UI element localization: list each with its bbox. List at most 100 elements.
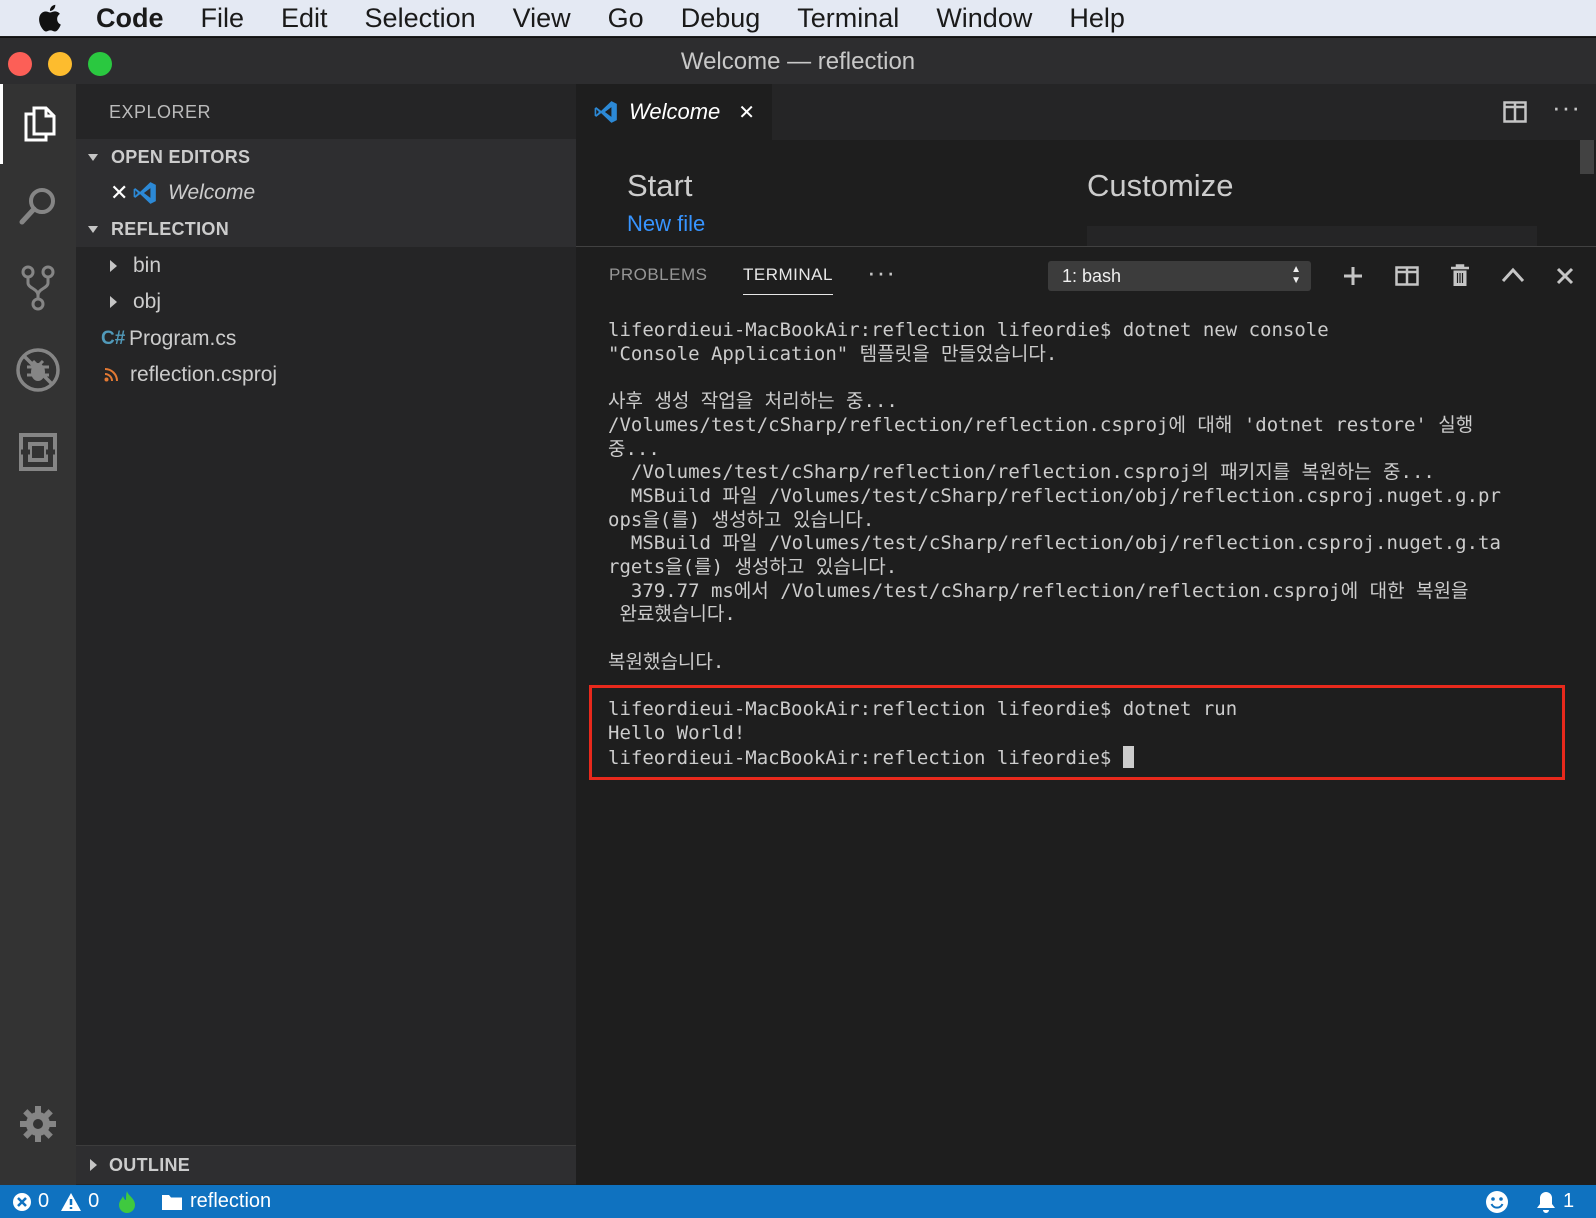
chevron-right-icon (110, 296, 117, 308)
menu-window[interactable]: Window (936, 0, 1032, 36)
open-editor-label: Welcome (168, 181, 256, 204)
vscode-logo-icon (133, 182, 156, 204)
terminal-line: "Console Application" 템플릿을 만들었습니다. (608, 342, 1058, 365)
menu-edit[interactable]: Edit (281, 0, 328, 36)
files-icon (24, 106, 55, 142)
terminal-select[interactable]: 1: bash ▲ ▼ (1048, 261, 1311, 291)
tree-item-program-cs[interactable]: C# Program.cs (76, 321, 576, 357)
new-file-link[interactable]: New file (627, 211, 705, 237)
explorer-sidebar: EXPLORER OPEN EDITORS ✕ Welcome REFLECTI… (76, 84, 576, 1185)
terminal-panel: PROBLEMS TERMINAL ··· 1: bash ▲ ▼ lifeord… (576, 246, 1596, 1186)
rss-file-icon (104, 368, 118, 382)
tree-item-bin[interactable]: bin (76, 248, 576, 284)
feedback-button[interactable] (1485, 1185, 1509, 1218)
split-editor-icon[interactable] (1503, 101, 1527, 123)
search-activity-button[interactable] (0, 166, 76, 246)
smiley-icon (1486, 1190, 1508, 1213)
tree-item-label: reflection.csproj (130, 363, 278, 386)
menu-go[interactable]: Go (608, 0, 644, 36)
menu-app-code[interactable]: Code (96, 0, 164, 36)
tree-item-reflection-csproj[interactable]: reflection.csproj (76, 357, 576, 393)
reflection-folder-section-header[interactable]: REFLECTION (76, 211, 576, 247)
panel-more-icon[interactable]: ··· (867, 257, 896, 288)
trash-icon[interactable] (1450, 264, 1470, 288)
maximize-panel-icon[interactable] (1501, 267, 1525, 283)
extensions-icon (19, 433, 57, 471)
terminal-line: ops을(를) 생성하고 있습니다. (608, 508, 875, 531)
warning-icon (61, 1192, 82, 1211)
tab-terminal[interactable]: TERMINAL (743, 265, 833, 295)
close-tab-icon[interactable]: ✕ (738, 100, 755, 125)
apple-logo-icon[interactable] (32, 3, 66, 33)
select-arrows-icon: ▲ ▼ (1291, 264, 1301, 286)
terminal-line: 중... (608, 437, 660, 460)
tree-item-label: Program.cs (129, 327, 237, 350)
more-actions-icon[interactable]: ··· (1552, 92, 1581, 123)
terminal-line: rgets을(를) 생성하고 있습니다. (608, 556, 898, 579)
menu-help[interactable]: Help (1069, 0, 1125, 36)
window-title: Welcome — reflection (680, 48, 916, 75)
terminal-line: 완료했습니다. (608, 603, 736, 626)
problems-status[interactable]: 0 0 (12, 1185, 99, 1218)
open-editors-label: OPEN EDITORS (111, 146, 251, 167)
notifications-button[interactable]: 1 (1536, 1185, 1574, 1218)
folder-label: REFLECTION (111, 218, 229, 239)
tree-item-obj[interactable]: obj (76, 284, 576, 320)
terminal-line: 379.77 ms에서 /Volumes/test/cSharp/reflect… (608, 579, 1469, 602)
flame-status[interactable] (116, 1185, 138, 1218)
debug-icon (16, 348, 60, 392)
terminal-select-value: 1: bash (1062, 265, 1122, 286)
tab-label: Welcome (629, 99, 721, 124)
error-icon (13, 1192, 31, 1211)
vscode-logo-icon (594, 101, 617, 123)
chevron-right-icon (110, 260, 117, 272)
tree-item-label: bin (133, 254, 162, 277)
explorer-activity-button[interactable] (0, 84, 76, 164)
customize-card[interactable] (1087, 226, 1537, 246)
manage-settings-button[interactable] (0, 1084, 76, 1164)
notification-count: 1 (1563, 1190, 1575, 1212)
search-icon (19, 188, 55, 225)
menu-file[interactable]: File (201, 0, 245, 36)
extensions-activity-button[interactable] (0, 412, 76, 492)
split-terminal-icon[interactable] (1395, 266, 1419, 286)
welcome-start-heading: Start (627, 168, 693, 203)
warnings-count: 0 (88, 1190, 100, 1212)
window-titlebar: Welcome — reflection (0, 37, 1596, 85)
menu-debug[interactable]: Debug (681, 0, 761, 36)
activity-bar (0, 84, 76, 1185)
editor-scrollbar-thumb[interactable] (1580, 140, 1594, 174)
menu-view[interactable]: View (513, 0, 571, 36)
open-editor-item-welcome[interactable]: ✕ Welcome (76, 175, 576, 211)
chevron-down-icon (88, 153, 98, 161)
terminal-line: lifeordieui-MacBookAir:reflection lifeor… (608, 319, 1329, 341)
highlight-box (589, 685, 1565, 780)
terminal-line: MSBuild 파일 /Volumes/test/cSharp/reflecti… (608, 484, 1501, 507)
outline-section-header[interactable]: OUTLINE (76, 1145, 576, 1184)
bell-icon (1537, 1191, 1555, 1213)
terminal-line: MSBuild 파일 /Volumes/test/cSharp/reflecti… (608, 532, 1501, 555)
folder-status[interactable]: reflection (161, 1185, 271, 1218)
folder-icon (162, 1194, 182, 1210)
close-panel-icon[interactable] (1556, 267, 1574, 285)
add-terminal-icon[interactable] (1343, 266, 1363, 286)
open-editors-section-header[interactable]: OPEN EDITORS (76, 139, 576, 175)
debug-activity-button[interactable] (0, 330, 76, 410)
close-editor-icon[interactable]: ✕ (110, 180, 128, 206)
flame-icon (119, 1190, 135, 1213)
tree-item-label: obj (133, 290, 162, 313)
tab-problems[interactable]: PROBLEMS (609, 265, 707, 285)
chevron-right-icon (90, 1159, 97, 1171)
errors-count: 0 (38, 1190, 50, 1212)
menu-selection[interactable]: Selection (365, 0, 476, 36)
menu-terminal[interactable]: Terminal (797, 0, 899, 36)
mac-menubar: Code File Edit Selection View Go Debug T… (0, 0, 1596, 36)
source-control-activity-button[interactable] (0, 248, 76, 328)
editor-tab-bar: Welcome ✕ ··· (576, 84, 1596, 140)
chevron-down-icon (88, 225, 98, 233)
folder-name: reflection (190, 1190, 272, 1212)
tab-welcome[interactable]: Welcome ✕ (576, 84, 772, 140)
outline-label: OUTLINE (109, 1154, 191, 1175)
terminal-line: /Volumes/test/cSharp/reflection/reflecti… (608, 413, 1474, 436)
